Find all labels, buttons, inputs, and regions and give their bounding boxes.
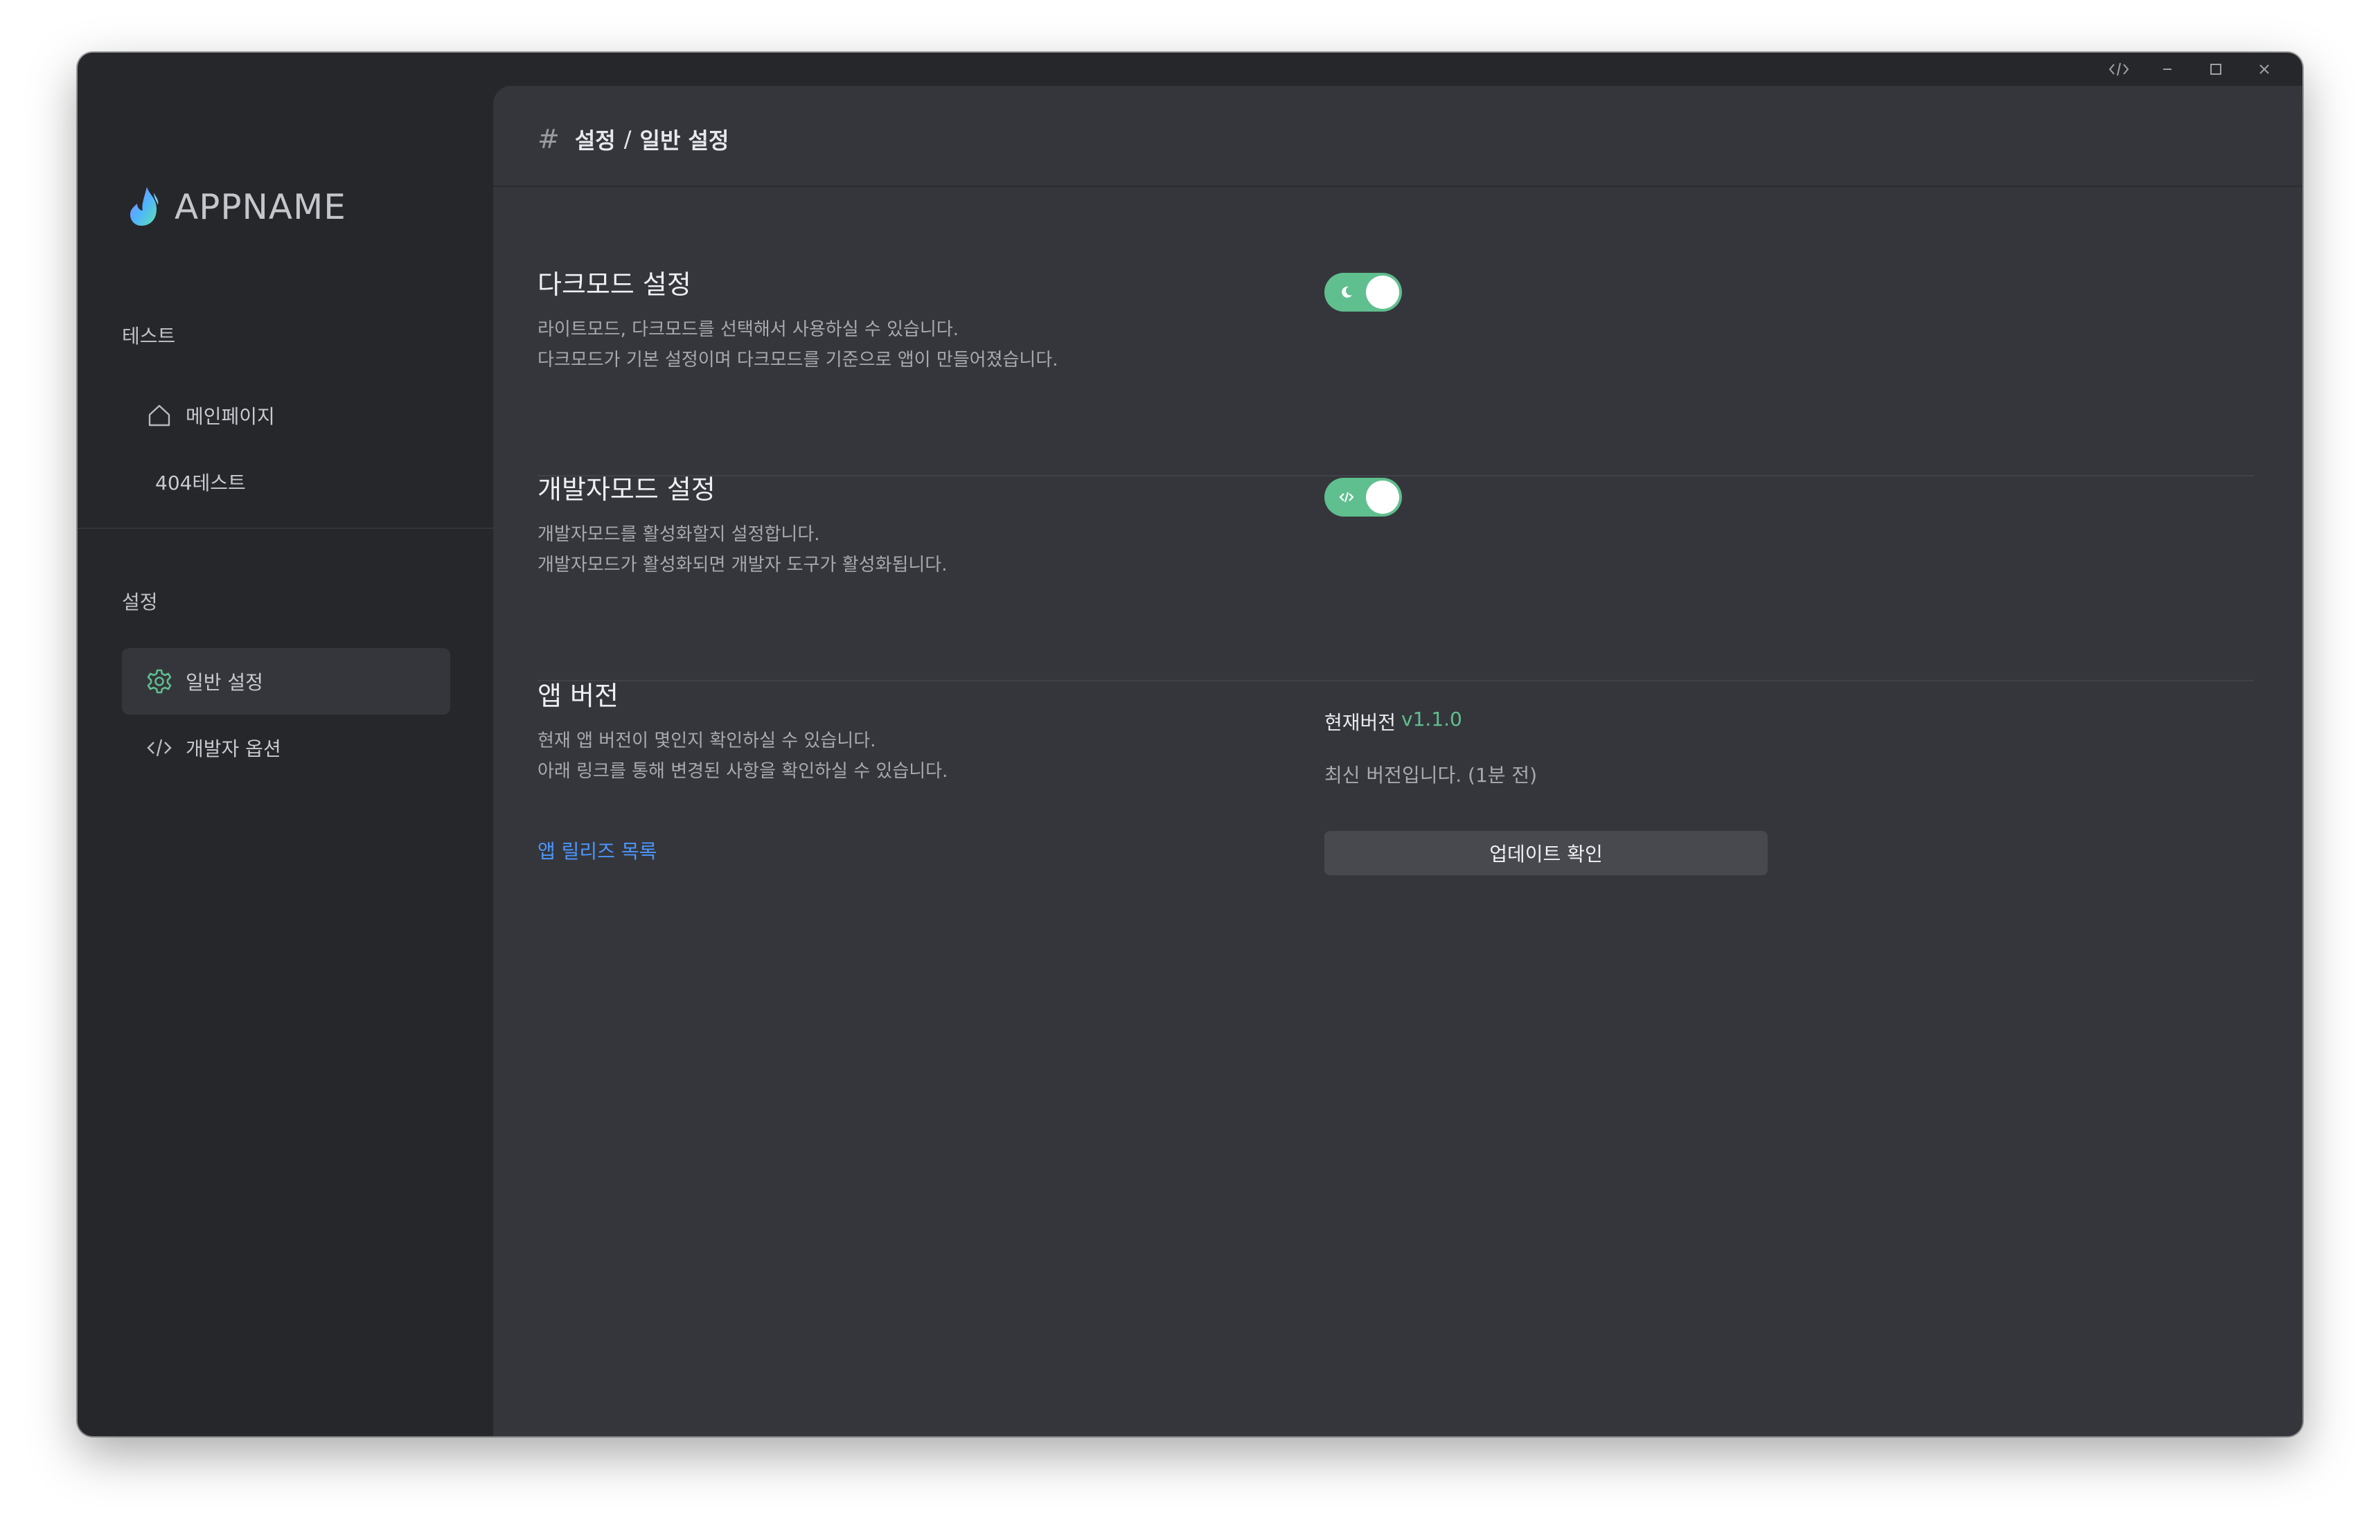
close-button[interactable] [2240,53,2289,86]
toggle-knob [1366,481,1399,514]
dev-mode-title: 개발자모드 설정 [538,474,716,505]
sidebar-item-label: 개발자 옵션 [186,737,281,760]
section-divider [538,680,2254,681]
home-icon [145,402,173,429]
dark-mode-description: 라이트모드, 다크모드를 선택해서 사용하실 수 있습니다. 다크모드가 기본 … [538,314,1058,375]
toggle-knob [1366,276,1399,309]
current-version: 현재버전 v1.1.0 [1324,708,1462,735]
sidebar-item-label: 일반 설정 [186,671,263,694]
dev-mode-desc-line1: 개발자모드를 활성화할지 설정합니다. [538,524,820,545]
maximize-button[interactable] [2192,53,2240,86]
dark-mode-toggle[interactable] [1324,273,1402,312]
sidebar-item-404-test[interactable]: 404테스트 [122,449,450,515]
sidebar-item-main-page[interactable]: 메인페이지 [122,382,450,449]
dev-mode-toggle[interactable] [1324,478,1402,517]
flame-logo-icon [130,187,159,226]
latest-status-text: 최신 버전입니다. (1분 전) [1324,764,1538,787]
minimize-button[interactable] [2143,53,2192,86]
dark-mode-desc-line2: 다크모드가 기본 설정이며 다크모드를 기준으로 앱이 만들어졌습니다. [538,350,1058,370]
app-name: APPNAME [175,187,346,227]
dev-mode-description: 개발자모드를 활성화할지 설정합니다. 개발자모드가 활성화되면 개발자 도구가… [538,519,947,580]
sidebar-section-test-title: 테스트 [122,325,176,348]
dev-mode-desc-line2: 개발자모드가 활성화되면 개발자 도구가 활성화됩니다. [538,555,948,575]
current-version-label: 현재버전 [1324,711,1396,734]
maximize-icon [2210,64,2221,75]
code-icon [1339,492,1354,503]
moon-icon [1342,286,1352,298]
dark-mode-desc-line1: 라이트모드, 다크모드를 선택해서 사용하실 수 있습니다. [538,319,959,340]
gear-icon [145,668,173,695]
sidebar-item-label: 메인페이지 [186,405,275,428]
section-divider [538,475,2254,476]
sidebar-item-label: 404테스트 [155,472,246,494]
app-version-desc-line2: 아래 링크를 통해 변경된 사항을 확인하실 수 있습니다. [538,761,948,782]
current-version-value: v1.1.0 [1401,708,1462,731]
check-update-button[interactable]: 업데이트 확인 [1324,831,1768,875]
sidebar-divider [78,528,493,529]
dark-mode-title: 다크모드 설정 [538,269,691,300]
sidebar-item-general-settings[interactable]: 일반 설정 [122,648,450,715]
minimize-icon [2163,69,2172,70]
app-version-desc-line1: 현재 앱 버전이 몇인지 확인하실 수 있습니다. [538,731,876,751]
code-icon [145,734,173,762]
sidebar: APPNAME 테스트 메인페이지 404테스트 설정 일반 설정 개발자 옵션 [78,86,493,1436]
main-panel: # 설정 / 일반 설정 다크모드 설정 라이트모드, 다크모드를 선택해서 사… [493,86,2302,1436]
app-window: APPNAME 테스트 메인페이지 404테스트 설정 일반 설정 개발자 옵션… [78,53,2302,1436]
devtools-button[interactable] [2095,53,2143,86]
breadcrumb-parent: 설정 [574,127,616,154]
sidebar-section-settings-title: 설정 [122,591,158,614]
header-divider [493,186,2302,187]
breadcrumb-current: 일반 설정 [639,127,729,154]
sidebar-item-developer-options[interactable]: 개발자 옵션 [122,715,450,781]
breadcrumb: # 설정 / 일반 설정 [538,122,729,156]
close-icon [2259,64,2269,74]
app-version-description: 현재 앱 버전이 몇인지 확인하실 수 있습니다. 아래 링크를 통해 변경된 … [538,726,948,787]
breadcrumb-separator: / [623,126,632,152]
app-version-title: 앱 버전 [538,681,619,711]
release-list-link[interactable]: 앱 릴리즈 목록 [538,836,657,864]
window-controls [2095,53,2289,86]
brand[interactable]: APPNAME [126,186,346,229]
code-icon [2108,62,2129,76]
hash-icon: # [538,124,560,154]
